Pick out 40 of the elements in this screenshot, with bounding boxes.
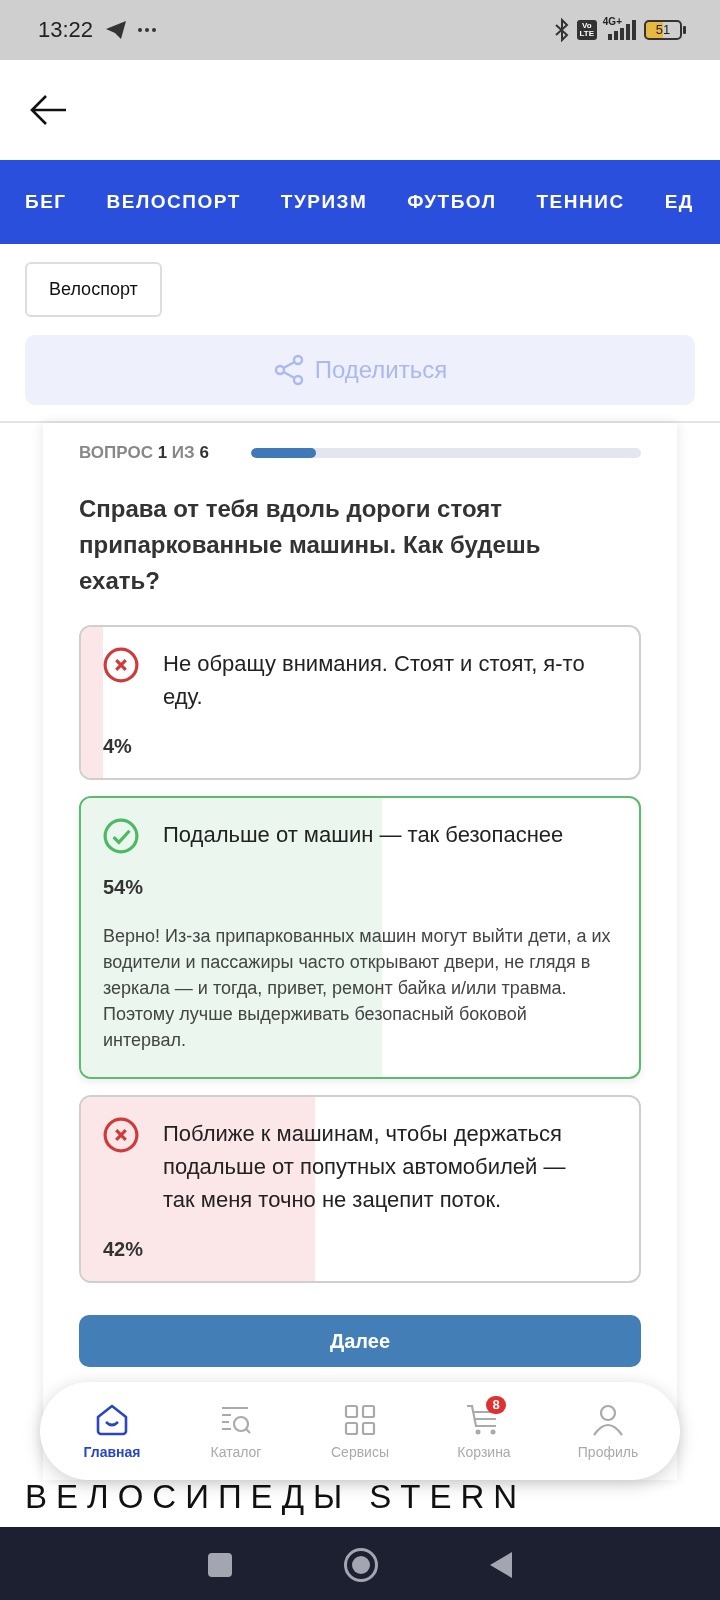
brand-heading: ВЕЛОСИПЕДЫ STERN xyxy=(25,1480,527,1513)
category-tab[interactable]: ВЕЛОСПОРТ xyxy=(106,191,241,213)
back-triangle-icon[interactable] xyxy=(489,1551,513,1579)
cross-circle-icon xyxy=(103,1117,139,1153)
answer-option[interactable]: Не обращу внимания. Стоят и стоят, я-то еду. 4% xyxy=(79,625,641,780)
share-icon xyxy=(272,354,305,386)
answer-percent: 4% xyxy=(103,735,133,758)
category-tab[interactable]: ЕД xyxy=(664,191,694,213)
category-tab[interactable]: ТЕННИС xyxy=(536,191,625,213)
category-tab[interactable]: ТУРИЗМ xyxy=(280,191,368,213)
check-circle-icon xyxy=(103,818,139,854)
answer-percent: 42% xyxy=(103,1238,145,1261)
count-badge: 8 xyxy=(486,1396,506,1414)
more-icon xyxy=(137,27,158,33)
question-counter: ВОПРОС 1 ИЗ 6 xyxy=(79,443,209,463)
home-button-icon[interactable] xyxy=(343,1547,379,1583)
answer-option[interactable] xyxy=(79,796,641,1079)
person-icon xyxy=(591,1403,625,1437)
category-tab[interactable]: ФУТБОЛ xyxy=(407,191,497,213)
paper-plane-icon xyxy=(105,20,128,40)
recents-icon[interactable] xyxy=(207,1552,233,1578)
answer-option[interactable]: Поближе к машинам, чтобы держаться подальше от попутных автомобилей — так меня точно не зацепит поток. 42% xyxy=(79,1095,641,1283)
network-label: 4G+ xyxy=(602,15,622,27)
nav-tab[interactable]: Главная xyxy=(57,1392,167,1460)
category-tab[interactable]: БЕГ xyxy=(25,191,67,213)
back-icon[interactable] xyxy=(30,94,68,126)
home-icon xyxy=(95,1403,129,1437)
answer-text: Не обращу внимания. Стоят и стоят, я-то еду. xyxy=(163,650,586,711)
nav-tab[interactable]: 8 Корзина xyxy=(429,1392,539,1460)
answer-percent: 54% xyxy=(103,876,145,899)
category-tag[interactable]: Велоспорт xyxy=(25,262,162,317)
answer-text: Поближе к машинам, чтобы держаться подальше от попутных автомобилей — так меня точно не зацепит поток. xyxy=(163,1120,567,1214)
question-text: Справа от тебя вдоль дороги стоят припаркованные машины. Как будешь ехать? xyxy=(79,494,542,596)
clock: 13:22 xyxy=(38,17,94,43)
answer-text: Подальше от машин — так безопаснее xyxy=(163,821,564,849)
next-button[interactable]: Далее xyxy=(79,1315,641,1367)
cross-circle-icon xyxy=(103,647,139,683)
explanation-text: Верно! Из-за припаркованных машин могут выйти дети, а их водители и пассажиры часто открывают двери, не глядя в зеркала — и тогда, привет, ремонт байка и/или травма. Поэтому лучше выдерживать безопасный боковой интервал. xyxy=(103,925,612,1052)
volte-badge: Vo LTE xyxy=(576,20,597,40)
grid-icon xyxy=(344,1404,376,1436)
